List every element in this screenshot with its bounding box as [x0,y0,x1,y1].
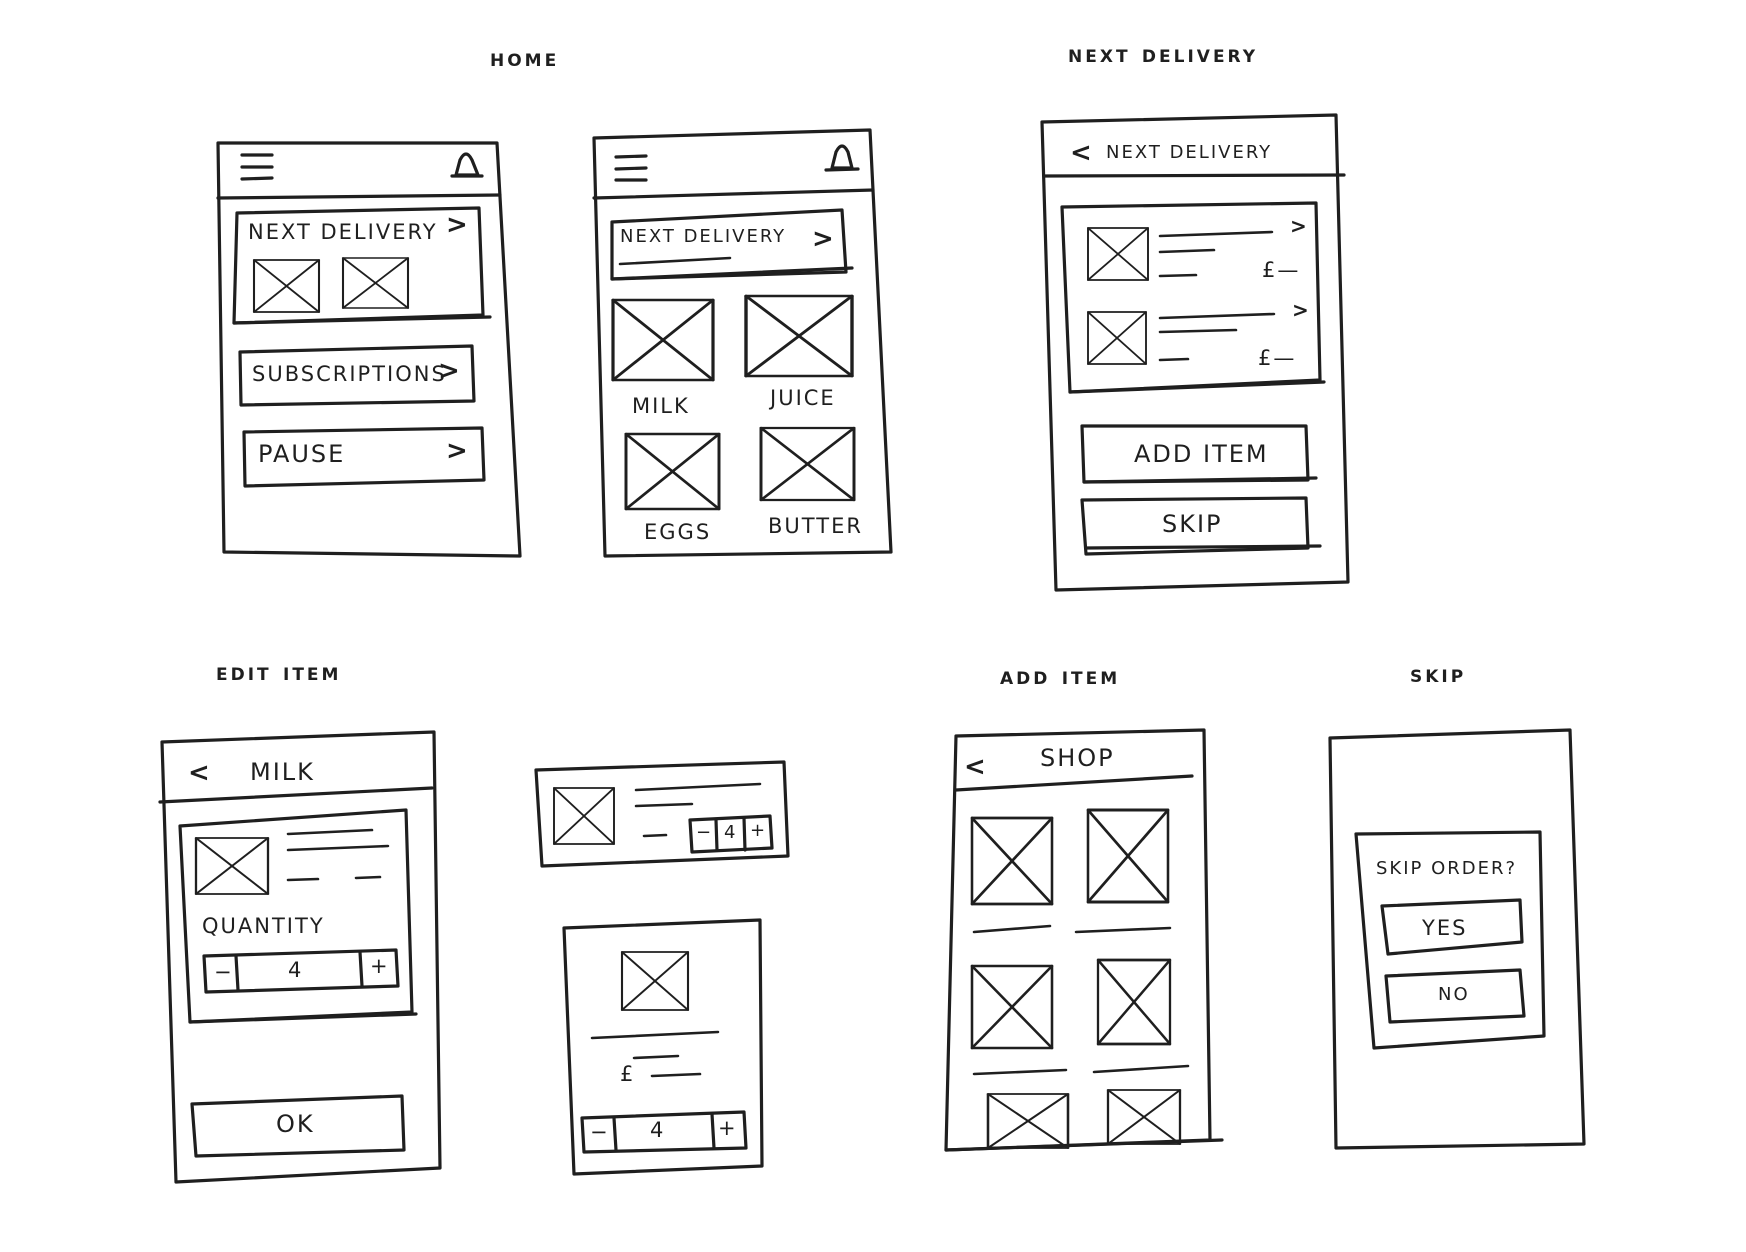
card-small-quantity[interactable]: 4 [724,822,737,843]
quantity-decrement-button[interactable]: − [214,960,234,984]
no-button[interactable]: No [1438,984,1470,1005]
home-phone-2-frame [592,128,893,558]
quantity-label: Quantity [202,914,325,938]
wireframe-sketch-canvas: Home Next Delivery Edit Item Add Item Sk… [0,0,1746,1252]
home-phone-1-frame [216,141,522,558]
bell-icon[interactable] [450,152,484,178]
next-delivery-banner-label[interactable]: Next Delivery [620,226,786,247]
chevron-right-icon: > [446,210,468,240]
card-large-quantity[interactable]: 4 [650,1118,665,1142]
section-title-next-delivery: Next Delivery [1068,40,1259,68]
card-large-increment[interactable]: + [718,1116,738,1140]
item-price-1: £— [1262,258,1301,282]
ok-button[interactable]: Ok [276,1110,315,1138]
add-item-button[interactable]: Add Item [1134,440,1269,468]
section-title-home: Home [490,44,560,72]
skip-order-question: Skip order? [1376,858,1518,879]
bell-icon-2[interactable] [824,144,860,172]
chevron-left-icon[interactable]: < [188,758,210,788]
wireframe-strokes [158,113,1586,1184]
chevron-right-icon[interactable]: > [1290,214,1307,238]
card-large-price: £ [620,1062,636,1086]
section-title-add-item: Add Item [1000,662,1121,690]
edit-item-title: Milk [250,758,315,786]
card-large-decrement[interactable]: − [590,1120,610,1144]
quantity-increment-button[interactable]: + [370,954,390,978]
subscriptions-button[interactable]: Subscriptions [252,362,447,386]
card-small-increment[interactable]: + [750,820,767,841]
product-label-milk[interactable]: Milk [632,394,690,418]
chevron-left-icon[interactable]: < [964,752,986,782]
chevron-right-icon: > [446,436,468,466]
item-price-2: £— [1258,346,1297,370]
chevron-right-icon: > [812,224,834,254]
quantity-value[interactable]: 4 [288,958,303,982]
section-title-skip: Skip [1410,660,1467,688]
yes-button[interactable]: Yes [1422,916,1467,940]
chevron-right-icon[interactable]: > [1292,298,1309,322]
item-card-small-frame [534,760,790,868]
shop-title: Shop [1040,744,1115,772]
pause-button[interactable]: Pause [258,440,345,468]
next-delivery-title: Next Delivery [1106,142,1273,163]
product-label-butter[interactable]: Butter [768,514,863,538]
shop-phone-frame [944,728,1224,1152]
card-small-decrement[interactable]: − [696,822,713,843]
chevron-right-icon: > [438,356,460,386]
product-label-eggs[interactable]: Eggs [644,520,711,544]
menu-icon-2[interactable] [614,154,648,182]
product-label-juice[interactable]: Juice [770,386,836,410]
skip-button[interactable]: Skip [1162,510,1223,538]
next-delivery-card-label[interactable]: Next Delivery [248,220,438,244]
chevron-left-icon[interactable]: < [1070,138,1092,168]
menu-icon[interactable] [240,153,274,181]
section-title-edit-item: Edit Item [216,658,342,686]
